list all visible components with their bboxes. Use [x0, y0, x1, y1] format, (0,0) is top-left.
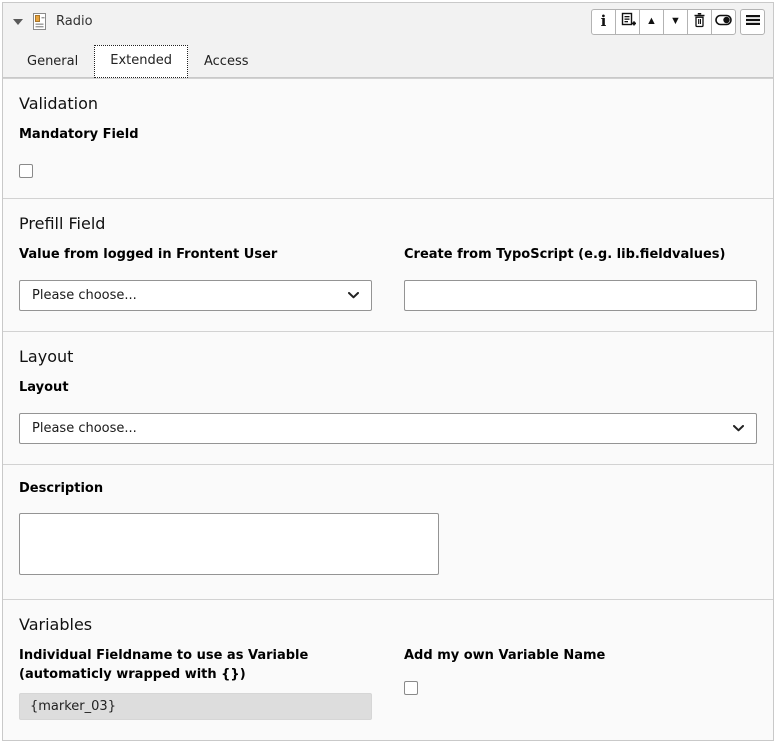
toggle-switch-icon [715, 14, 732, 29]
fieldname-variable-label-line1: Individual Fieldname to use as Variable [19, 647, 372, 666]
layout-select[interactable]: Please choose... [19, 413, 757, 444]
trash-icon [692, 12, 707, 31]
frontend-user-select[interactable]: Please choose... [19, 280, 372, 311]
info-icon: i [601, 14, 607, 29]
tabbar: General Extended Access [3, 40, 773, 78]
layout-select-value: Please choose... [32, 421, 137, 436]
description-textarea[interactable] [19, 513, 439, 575]
variables-heading: Variables [19, 615, 757, 634]
frontend-user-select-value: Please choose... [32, 288, 137, 303]
document-plus-icon [620, 12, 636, 31]
frontend-user-label: Value from logged in Frontent User [19, 246, 372, 265]
element-toolbar: i ▲ [591, 9, 765, 35]
toggle-visibility-button[interactable] [711, 9, 736, 35]
collapse-chevron-down-icon[interactable] [13, 19, 23, 25]
panel-header: Radio i [3, 3, 773, 40]
own-variable-name-label: Add my own Variable Name [404, 647, 757, 666]
layout-label: Layout [19, 379, 757, 398]
mandatory-field-checkbox[interactable] [19, 164, 33, 178]
arrow-up-icon: ▲ [646, 16, 657, 27]
fieldname-variable-label-line2: (automaticly wrapped with {}) [19, 666, 372, 685]
layout-heading: Layout [19, 347, 757, 366]
chevron-down-icon [348, 288, 359, 303]
arrow-down-icon: ▼ [670, 16, 681, 27]
form-element-document-icon [32, 13, 47, 30]
move-up-button[interactable]: ▲ [639, 9, 664, 35]
description-label: Description [19, 480, 757, 499]
section-variables: Variables Individual Fieldname to use as… [3, 599, 773, 740]
validation-heading: Validation [19, 94, 757, 113]
section-layout: Layout Layout Please choose... [3, 331, 773, 464]
prefill-heading: Prefill Field [19, 214, 757, 233]
hamburger-drag-icon [746, 14, 760, 29]
mandatory-field-label: Mandatory Field [19, 126, 757, 145]
info-button[interactable]: i [591, 9, 616, 35]
move-down-button[interactable]: ▼ [663, 9, 688, 35]
tab-general[interactable]: General [11, 47, 94, 77]
element-title: Radio [56, 14, 93, 29]
delete-button[interactable] [687, 9, 712, 35]
section-prefill: Prefill Field Value from logged in Front… [3, 198, 773, 331]
new-element-after-button[interactable] [615, 9, 640, 35]
form-element-panel: Radio i [2, 2, 774, 741]
typoscript-input[interactable] [404, 280, 757, 311]
tab-extended[interactable]: Extended [94, 45, 188, 78]
section-validation: Validation Mandatory Field [3, 78, 773, 198]
fieldname-variable-label: Individual Fieldname to use as Variable … [19, 647, 372, 685]
toolbar-button-group: i ▲ [591, 9, 736, 35]
tab-access[interactable]: Access [188, 47, 265, 77]
section-description: Description [3, 464, 773, 600]
drag-handle-button[interactable] [740, 9, 765, 35]
own-variable-name-checkbox[interactable] [404, 681, 418, 695]
typoscript-label: Create from TypoScript (e.g. lib.fieldva… [404, 246, 757, 265]
chevron-down-icon [733, 421, 744, 436]
